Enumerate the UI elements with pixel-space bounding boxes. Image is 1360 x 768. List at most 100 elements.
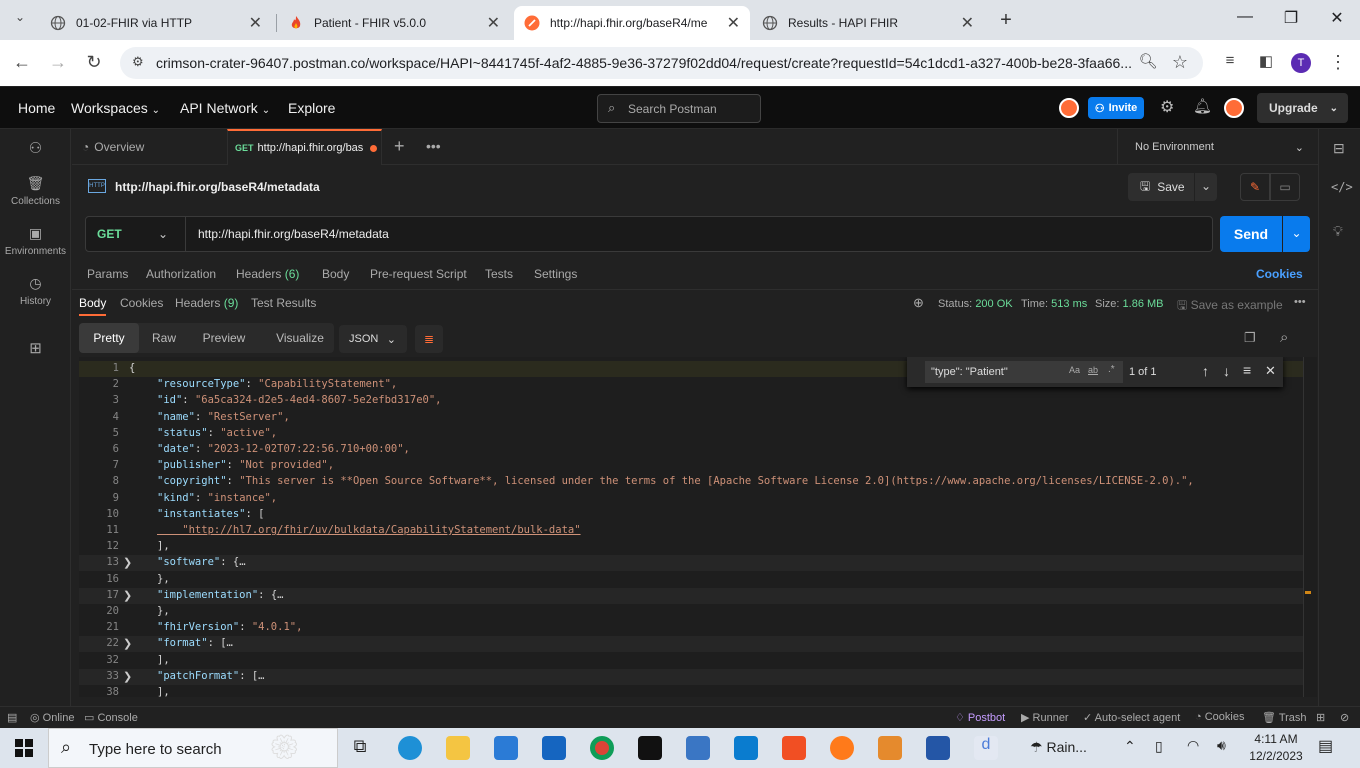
cookies-link[interactable]: Cookies [1256, 267, 1303, 281]
browser-tab[interactable]: Patient - FHIR v5.0.0 ✕ [278, 6, 510, 40]
method-select[interactable]: GET ⌄ [86, 217, 186, 251]
save-options-chevron-icon[interactable]: ⌄ [1195, 173, 1217, 201]
toggle-sidebar-icon[interactable]: ▤ [7, 711, 17, 724]
show-hidden-icons[interactable]: ⌃ [1124, 738, 1136, 755]
runner-button[interactable]: ▶ Runner [1021, 711, 1069, 724]
response-time[interactable]: Time: 513 ms [1021, 298, 1087, 310]
nav-workspaces[interactable]: Workspaces ⌄ [71, 100, 160, 116]
copy-icon[interactable]: ❐ [1244, 330, 1256, 346]
regex-icon[interactable]: .* [1108, 364, 1115, 375]
fold-toggle-icon[interactable]: ❯ [123, 670, 132, 683]
close-tab-icon[interactable]: ✕ [961, 13, 974, 33]
browser-tab-active[interactable]: http://hapi.fhir.org/baseR4/me ✕ [514, 6, 750, 40]
sidebar-item-history[interactable]: ◷ History [0, 275, 71, 307]
profile-avatar[interactable]: T [1291, 53, 1311, 73]
url-field[interactable]: ⚙ crimson-crater-96407.postman.co/worksp… [120, 47, 1203, 79]
store-icon[interactable] [494, 736, 518, 760]
network-globe-icon[interactable]: ⊕ [913, 295, 924, 311]
tab-body[interactable]: Body [322, 267, 349, 281]
environment-quicklook-icon[interactable]: ⊟ [1333, 140, 1345, 157]
fold-toggle-icon[interactable]: ❯ [123, 589, 132, 602]
windows-start-icon[interactable] [15, 739, 33, 757]
url-input[interactable]: http://hapi.fhir.org/baseR4/metadata [198, 227, 389, 241]
sidebar-item-environments[interactable]: ▣ Environments [0, 225, 71, 257]
nav-api-network[interactable]: API Network ⌄ [180, 100, 270, 116]
format-select[interactable]: JSON ⌄ [339, 325, 407, 353]
environment-selector[interactable]: No Environment ⌄ [1117, 129, 1318, 165]
match-word-icon[interactable]: ab [1088, 365, 1098, 375]
device-icon[interactable]: ▯ [1155, 738, 1163, 755]
edge-icon[interactable] [398, 736, 422, 760]
send-button[interactable]: Send [1220, 216, 1282, 252]
vscode-icon[interactable] [734, 736, 758, 760]
postbot-button[interactable]: ♢ Postbot [955, 711, 1005, 724]
send-options-chevron-icon[interactable]: ⌄ [1283, 216, 1310, 252]
nav-home[interactable]: Home [18, 100, 55, 116]
agent-button[interactable]: ✓ Auto-select agent [1083, 711, 1180, 724]
chrome-icon[interactable] [590, 736, 614, 760]
edit-pencil-icon[interactable]: ✎ [1240, 173, 1270, 201]
save-button[interactable]: 🖫︎ Save [1128, 173, 1194, 201]
side-panel-icon[interactable]: ◧ [1255, 52, 1277, 70]
tab-headers[interactable]: Headers (6) [236, 267, 299, 281]
trash-button[interactable]: 🗑︎ Trash [1262, 711, 1307, 724]
team-avatar[interactable] [1059, 98, 1079, 118]
sublime-icon[interactable] [878, 736, 902, 760]
restore-icon[interactable]: ❐ [1271, 8, 1311, 28]
wrap-lines-icon[interactable]: ≣ [415, 325, 443, 353]
view-raw[interactable]: Raw [141, 323, 187, 353]
close-tab-icon[interactable]: ✕ [727, 13, 740, 33]
terminal-icon[interactable] [638, 736, 662, 760]
powershell-icon[interactable] [926, 736, 950, 760]
chrome-menu-icon[interactable]: ⋮ [1327, 52, 1349, 73]
brave-icon[interactable] [782, 736, 806, 760]
response-tab-body[interactable]: Body [79, 296, 106, 310]
forward-icon[interactable]: → [47, 52, 69, 73]
close-window-icon[interactable]: ✕ [1317, 8, 1357, 28]
zoom-icon[interactable]: 🔍︎ [1137, 52, 1159, 70]
response-tab-test-results[interactable]: Test Results [251, 296, 316, 310]
wifi-icon[interactable]: ◠ [1187, 737, 1199, 754]
response-tab-headers[interactable]: Headers (9) [175, 296, 238, 310]
match-case-icon[interactable]: Aa [1069, 365, 1080, 375]
new-tab-button[interactable]: + [994, 9, 1018, 33]
response-tab-cookies[interactable]: Cookies [120, 296, 163, 310]
weather-widget[interactable]: ☂︎ Rain... [1030, 739, 1087, 756]
request-title[interactable]: http://hapi.fhir.org/baseR4/metadata [115, 180, 320, 194]
file-explorer-icon[interactable] [446, 736, 470, 760]
configure-sidebar-icon[interactable]: ⊞ [0, 339, 71, 357]
cookies-button[interactable]: ◔ Cookies [1195, 711, 1244, 723]
team-icon[interactable]: ⚇ [0, 139, 71, 157]
search-postman-input[interactable]: ⌕ Search Postman [597, 94, 761, 123]
console-button[interactable]: ▭ Console [84, 711, 138, 724]
user-avatar[interactable] [1224, 98, 1244, 118]
close-tab-icon[interactable]: ✕ [249, 13, 262, 33]
firefox-icon[interactable] [830, 736, 854, 760]
comments-icon[interactable]: ▭ [1270, 173, 1300, 201]
media-controls-icon[interactable]: ≡ [1219, 52, 1241, 69]
view-preview[interactable]: Preview [195, 323, 253, 353]
tab-params[interactable]: Params [87, 267, 128, 281]
help-icon[interactable]: ⊘ [1340, 711, 1349, 724]
previous-match-icon[interactable]: ↑ [1202, 363, 1209, 379]
search-response-icon[interactable]: ⌕ [1280, 329, 1288, 346]
sidebar-item-collections[interactable]: 🗑︎ Collections [0, 175, 71, 207]
browser-tab[interactable]: 01-02-FHIR via HTTP ✕ [40, 6, 272, 40]
nav-explore[interactable]: Explore [288, 100, 335, 116]
tab-overview[interactable]: ◔ Overview [82, 129, 227, 165]
layout-icon[interactable]: ⊞ [1316, 711, 1325, 724]
tab-settings[interactable]: Settings [534, 267, 577, 281]
editor-scrollbar[interactable] [1303, 357, 1317, 697]
code-snippet-icon[interactable]: </> [1331, 180, 1353, 194]
fold-toggle-icon[interactable]: ❯ [123, 556, 132, 569]
tab-authorization[interactable]: Authorization [146, 267, 216, 281]
taskbar-search-box[interactable]: ⌕ Type here to search 🌼︎ [48, 728, 338, 768]
view-visualize[interactable]: Visualize [267, 323, 333, 353]
settings-gear-icon[interactable]: ⚙ [1160, 97, 1174, 117]
app-d-icon[interactable]: d [974, 736, 998, 760]
reload-icon[interactable]: ↻ [83, 52, 105, 73]
tab-pre-request-script[interactable]: Pre-request Script [370, 267, 467, 281]
bookmark-star-icon[interactable]: ☆ [1169, 52, 1191, 73]
find-in-selection-icon[interactable]: ≡ [1243, 362, 1251, 378]
back-icon[interactable]: ← [11, 52, 33, 73]
